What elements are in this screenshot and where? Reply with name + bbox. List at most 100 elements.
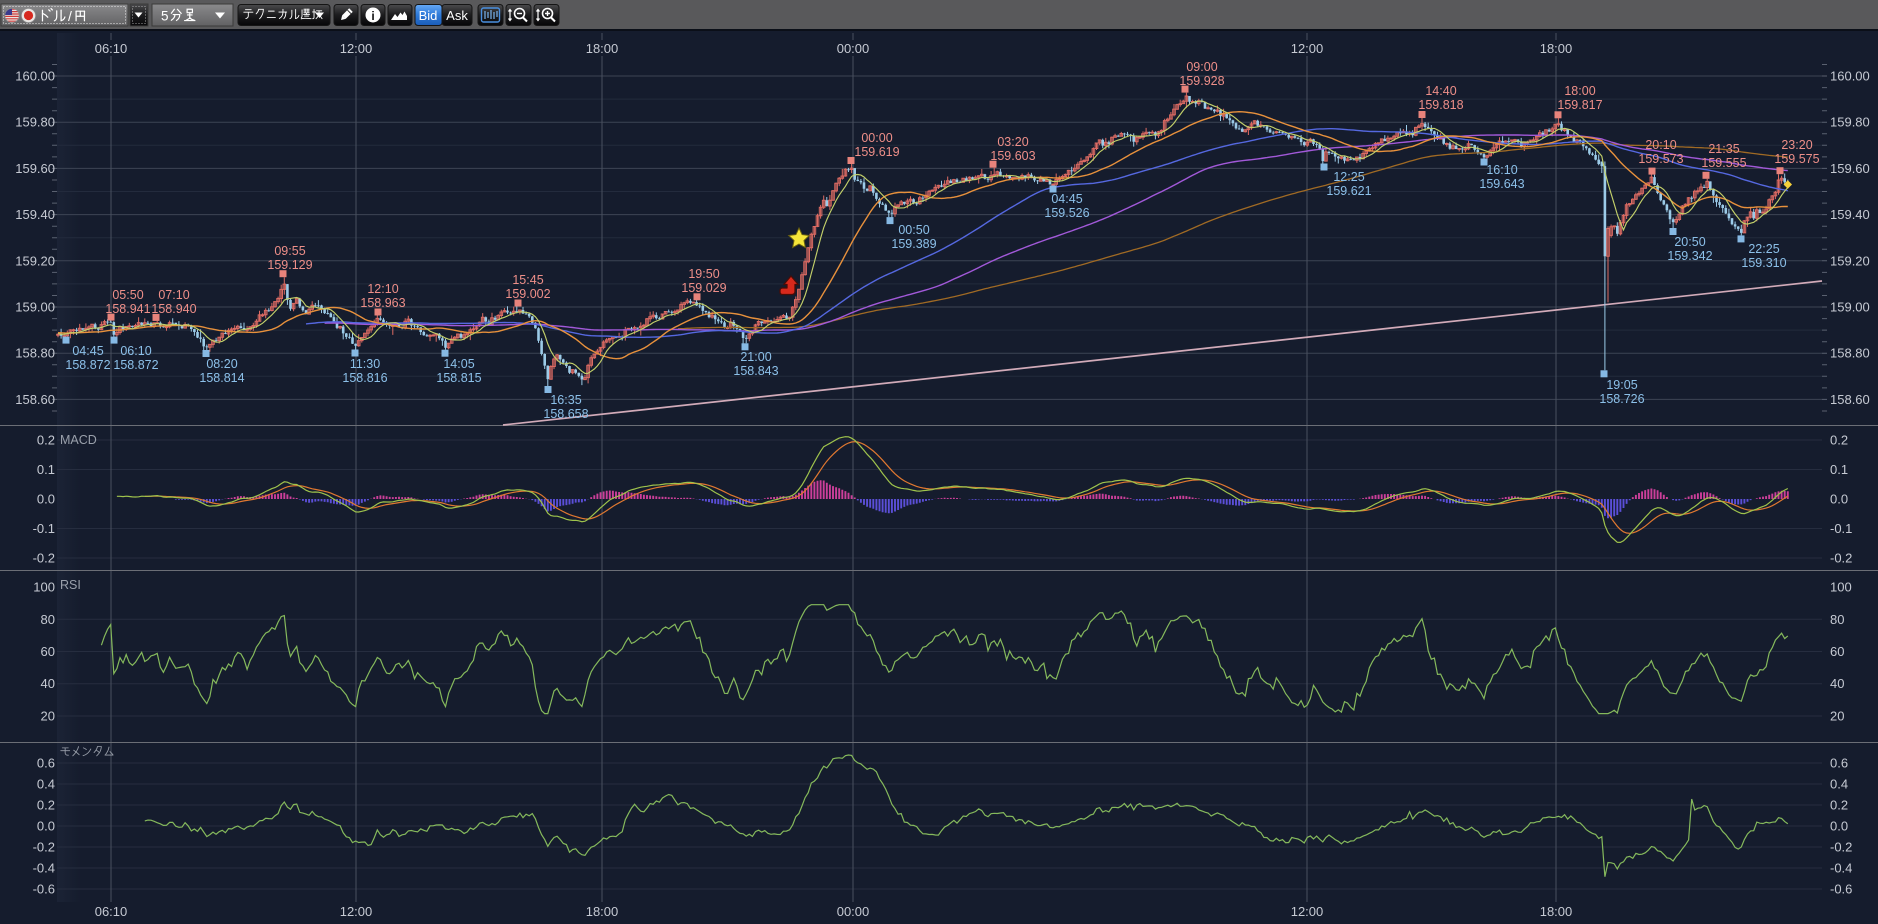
svg-text:0.2: 0.2 bbox=[1830, 798, 1848, 813]
svg-text:159.342: 159.342 bbox=[1667, 249, 1712, 263]
svg-text:21:00: 21:00 bbox=[740, 350, 771, 364]
svg-text:5: 5 bbox=[161, 9, 169, 24]
svg-text:06:10: 06:10 bbox=[120, 344, 151, 358]
svg-text:158.816: 158.816 bbox=[342, 371, 387, 385]
svg-text:159.00: 159.00 bbox=[1830, 300, 1870, 315]
svg-text:0.4: 0.4 bbox=[37, 777, 55, 792]
svg-text:MACD: MACD bbox=[60, 433, 97, 447]
svg-text:18:00: 18:00 bbox=[586, 904, 619, 919]
svg-text:60: 60 bbox=[41, 644, 55, 659]
svg-text:158.963: 158.963 bbox=[360, 296, 405, 310]
svg-text:159.60: 159.60 bbox=[15, 161, 55, 176]
svg-text:09:55: 09:55 bbox=[274, 244, 305, 258]
svg-text:159.129: 159.129 bbox=[267, 258, 312, 272]
svg-text:158.60: 158.60 bbox=[15, 392, 55, 407]
svg-text:12:10: 12:10 bbox=[367, 282, 398, 296]
svg-text:158.940: 158.940 bbox=[151, 302, 196, 316]
svg-text:158.80: 158.80 bbox=[1830, 346, 1870, 361]
svg-text:159.555: 159.555 bbox=[1701, 156, 1746, 170]
svg-text:-0.2: -0.2 bbox=[1830, 551, 1852, 566]
svg-text:07:10: 07:10 bbox=[158, 288, 189, 302]
svg-text:-0.4: -0.4 bbox=[1830, 861, 1852, 876]
svg-text:158.872: 158.872 bbox=[65, 358, 110, 372]
svg-text:159.00: 159.00 bbox=[15, 300, 55, 315]
svg-text:158.60: 158.60 bbox=[1830, 392, 1870, 407]
svg-text:159.20: 159.20 bbox=[15, 253, 55, 268]
svg-text:00:00: 00:00 bbox=[837, 904, 870, 919]
svg-text:04:45: 04:45 bbox=[72, 344, 103, 358]
svg-text:100: 100 bbox=[33, 580, 55, 595]
svg-text:160.00: 160.00 bbox=[1830, 69, 1870, 84]
svg-text:159.60: 159.60 bbox=[1830, 161, 1870, 176]
svg-text:60: 60 bbox=[1830, 644, 1844, 659]
svg-text:20:50: 20:50 bbox=[1674, 235, 1705, 249]
svg-text:158.80: 158.80 bbox=[15, 346, 55, 361]
svg-text:0.1: 0.1 bbox=[1830, 462, 1848, 477]
svg-text:23:20: 23:20 bbox=[1781, 138, 1812, 152]
svg-text:159.40: 159.40 bbox=[1830, 207, 1870, 222]
svg-text:09:00: 09:00 bbox=[1186, 60, 1217, 74]
svg-text:00:00: 00:00 bbox=[861, 131, 892, 145]
svg-text:158.658: 158.658 bbox=[543, 407, 588, 421]
svg-text:0.1: 0.1 bbox=[37, 462, 55, 477]
svg-text:0.4: 0.4 bbox=[1830, 777, 1848, 792]
svg-text:-0.2: -0.2 bbox=[33, 551, 55, 566]
svg-text:12:00: 12:00 bbox=[340, 904, 373, 919]
svg-text:12:25: 12:25 bbox=[1333, 170, 1364, 184]
svg-text:159.80: 159.80 bbox=[15, 115, 55, 130]
svg-text:158.843: 158.843 bbox=[733, 364, 778, 378]
svg-text:159.40: 159.40 bbox=[15, 207, 55, 222]
svg-text:20: 20 bbox=[1830, 709, 1844, 724]
svg-text:158.815: 158.815 bbox=[436, 371, 481, 385]
svg-text:19:50: 19:50 bbox=[688, 267, 719, 281]
svg-text:0.0: 0.0 bbox=[1830, 492, 1848, 507]
svg-text:18:00: 18:00 bbox=[1540, 41, 1573, 56]
svg-text:159.389: 159.389 bbox=[891, 237, 936, 251]
svg-text:00:00: 00:00 bbox=[837, 41, 870, 56]
svg-text:16:35: 16:35 bbox=[550, 393, 581, 407]
svg-text:0.0: 0.0 bbox=[37, 819, 55, 834]
svg-text:-0.6: -0.6 bbox=[1830, 882, 1852, 897]
svg-text:14:05: 14:05 bbox=[443, 357, 474, 371]
svg-text:11:30: 11:30 bbox=[350, 357, 380, 371]
svg-text:159.526: 159.526 bbox=[1044, 206, 1089, 220]
svg-text:0.6: 0.6 bbox=[37, 756, 55, 771]
svg-text:-0.4: -0.4 bbox=[33, 861, 55, 876]
svg-text:40: 40 bbox=[41, 676, 55, 691]
svg-text:18:00: 18:00 bbox=[1540, 904, 1573, 919]
svg-text:158.726: 158.726 bbox=[1599, 392, 1644, 406]
svg-text:-0.1: -0.1 bbox=[33, 521, 55, 536]
svg-text:0.6: 0.6 bbox=[1830, 756, 1848, 771]
svg-text:-0.1: -0.1 bbox=[1830, 521, 1852, 536]
svg-text:-0.6: -0.6 bbox=[33, 882, 55, 897]
svg-text:159.310: 159.310 bbox=[1741, 256, 1786, 270]
svg-text:159.621: 159.621 bbox=[1326, 184, 1371, 198]
svg-text:14:40: 14:40 bbox=[1425, 84, 1456, 98]
svg-text:80: 80 bbox=[41, 612, 55, 627]
svg-text:100: 100 bbox=[1830, 580, 1852, 595]
svg-text:18:00: 18:00 bbox=[1564, 84, 1595, 98]
svg-text:159.928: 159.928 bbox=[1179, 74, 1224, 88]
svg-text:159.643: 159.643 bbox=[1479, 177, 1524, 191]
svg-text:21:35: 21:35 bbox=[1708, 142, 1739, 156]
svg-text:05:50: 05:50 bbox=[112, 288, 143, 302]
svg-text:0.0: 0.0 bbox=[37, 492, 55, 507]
svg-text:22:25: 22:25 bbox=[1748, 242, 1779, 256]
svg-text:06:10: 06:10 bbox=[95, 904, 128, 919]
svg-text:158.814: 158.814 bbox=[199, 371, 244, 385]
svg-text:159.619: 159.619 bbox=[854, 145, 899, 159]
svg-text:20:10: 20:10 bbox=[1645, 138, 1676, 152]
svg-text:158.872: 158.872 bbox=[113, 358, 158, 372]
svg-text:160.00: 160.00 bbox=[15, 69, 55, 84]
svg-text:12:00: 12:00 bbox=[1291, 41, 1324, 56]
svg-text:/: / bbox=[68, 8, 72, 24]
svg-text:159.002: 159.002 bbox=[505, 287, 550, 301]
svg-text:40: 40 bbox=[1830, 676, 1844, 691]
svg-text:0.2: 0.2 bbox=[1830, 433, 1848, 448]
svg-text:159.818: 159.818 bbox=[1418, 98, 1463, 112]
svg-text:0.2: 0.2 bbox=[37, 798, 55, 813]
svg-text:159.573: 159.573 bbox=[1638, 152, 1683, 166]
svg-text:08:20: 08:20 bbox=[206, 357, 237, 371]
svg-text:-0.2: -0.2 bbox=[33, 840, 55, 855]
svg-text:0.0: 0.0 bbox=[1830, 819, 1848, 834]
